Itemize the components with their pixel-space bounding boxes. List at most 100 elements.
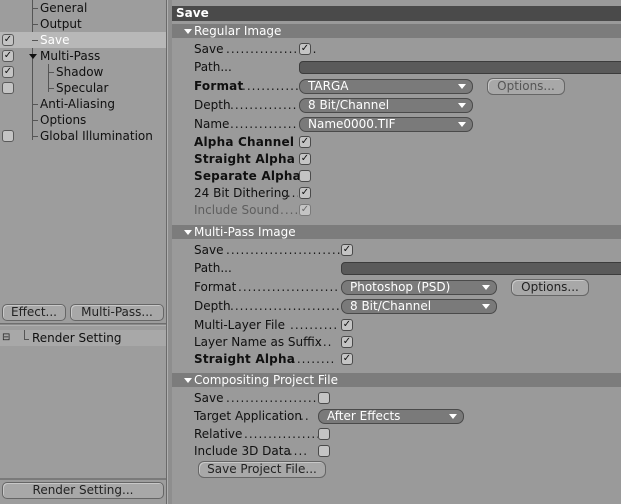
section-title: Compositing Project File bbox=[194, 373, 338, 387]
row-name: Name ...................... Name0000.TIF bbox=[194, 116, 621, 132]
multi-pass-button[interactable]: Multi-Pass... bbox=[70, 304, 164, 321]
tree-item-general[interactable]: General bbox=[0, 0, 166, 16]
row-include-sound: Include Sound .... ✓ bbox=[194, 202, 614, 218]
row-path: Path... bbox=[194, 59, 621, 75]
tree-connector bbox=[32, 8, 38, 9]
render-setting-item[interactable]: ⊟ Render Setting bbox=[0, 330, 166, 346]
tree-connector bbox=[32, 136, 38, 137]
collapse-icon[interactable]: ⊟ bbox=[2, 331, 10, 345]
regular-name-dropdown[interactable]: Name0000.TIF bbox=[299, 117, 473, 132]
tree-connector bbox=[48, 72, 54, 73]
field-label: Depth bbox=[194, 299, 231, 313]
tree-item-checkbox[interactable]: ✓ bbox=[2, 50, 14, 62]
chevron-down-icon bbox=[482, 285, 490, 290]
expand-triangle-icon[interactable] bbox=[29, 54, 37, 59]
mp-format-dropdown[interactable]: Photoshop (PSD) bbox=[341, 280, 497, 295]
row-target-application: Target Application .. After Effects bbox=[194, 408, 621, 424]
mp-save-checkbox[interactable]: ✓ bbox=[341, 244, 353, 256]
alpha-channel-checkbox[interactable]: ✓ bbox=[299, 136, 311, 148]
row-mp-depth: Depth ..................................… bbox=[194, 298, 621, 314]
panel-divider[interactable] bbox=[0, 323, 166, 326]
collapse-triangle-icon[interactable] bbox=[184, 29, 192, 34]
cp-save-checkbox[interactable] bbox=[318, 392, 330, 404]
tree-item-label: Output bbox=[40, 17, 82, 31]
tree-item-multi-pass[interactable]: ✓ Multi-Pass bbox=[0, 48, 166, 64]
separate-alpha-checkbox[interactable] bbox=[299, 170, 311, 182]
section-regular-image[interactable]: Regular Image bbox=[172, 24, 621, 38]
regular-path-field[interactable] bbox=[299, 61, 621, 74]
field-label: Relative bbox=[194, 427, 243, 441]
tree-item-checkbox[interactable] bbox=[2, 82, 14, 94]
leader-dots: .................. bbox=[242, 79, 298, 93]
dropdown-value: Name0000.TIF bbox=[308, 117, 396, 131]
regular-options-button[interactable]: Options... bbox=[487, 78, 565, 95]
row-relative: Relative .................... bbox=[194, 426, 614, 442]
mp-straight-alpha-checkbox[interactable]: ✓ bbox=[341, 353, 353, 365]
section-title: Multi-Pass Image bbox=[194, 225, 296, 239]
include-3d-checkbox[interactable] bbox=[318, 445, 330, 457]
tree-item-label: Anti-Aliasing bbox=[40, 97, 115, 111]
render-setting-button[interactable]: Render Setting... bbox=[2, 482, 164, 499]
leader-dots: ......... bbox=[292, 352, 336, 366]
mp-path-field[interactable] bbox=[341, 262, 621, 275]
tree-item-output[interactable]: Output bbox=[0, 16, 166, 32]
row-include-3d: Include 3D Data ..... bbox=[194, 443, 614, 459]
field-label: Depth bbox=[194, 98, 231, 112]
effect-button[interactable]: Effect... bbox=[2, 304, 66, 321]
chevron-down-icon bbox=[449, 414, 457, 419]
leader-dots: .......... bbox=[290, 318, 339, 332]
tree-item-checkbox[interactable]: ✓ bbox=[2, 66, 14, 78]
leader-dots: ... bbox=[318, 335, 333, 349]
section-compositing-project-file[interactable]: Compositing Project File bbox=[172, 373, 621, 387]
tree-item-options[interactable]: Options bbox=[0, 112, 166, 128]
regular-format-dropdown[interactable]: TARGA bbox=[299, 79, 473, 94]
tree-item-checkbox[interactable]: ✓ bbox=[2, 34, 14, 46]
row-separate-alpha: Separate Alpha bbox=[194, 168, 614, 184]
path-label[interactable]: Path... bbox=[194, 260, 232, 276]
tree-item-anti-aliasing[interactable]: Anti-Aliasing bbox=[0, 96, 166, 112]
row-mp-path: Path... bbox=[194, 260, 621, 276]
regular-depth-dropdown[interactable]: 8 Bit/Channel bbox=[299, 98, 473, 113]
tree-connector bbox=[32, 104, 38, 105]
target-application-dropdown[interactable]: After Effects bbox=[318, 409, 464, 424]
chevron-down-icon bbox=[458, 122, 466, 127]
tree-connector bbox=[24, 330, 25, 339]
tree-item-shadow[interactable]: ✓ Shadow bbox=[0, 64, 166, 80]
tree-connector bbox=[32, 120, 38, 121]
mp-options-button[interactable]: Options... bbox=[511, 279, 589, 296]
straight-alpha-checkbox[interactable]: ✓ bbox=[299, 153, 311, 165]
save-project-file-button[interactable]: Save Project File... bbox=[198, 461, 326, 478]
section-multi-pass-image[interactable]: Multi-Pass Image bbox=[172, 225, 621, 239]
leader-dots: .................... bbox=[244, 427, 318, 441]
row-cp-save: Save .......................... bbox=[194, 390, 614, 406]
dithering-checkbox[interactable]: ✓ bbox=[299, 187, 311, 199]
collapse-triangle-icon[interactable] bbox=[184, 378, 192, 383]
leader-dots: ...................... bbox=[230, 98, 298, 112]
layer-suffix-checkbox[interactable]: ✓ bbox=[341, 336, 353, 348]
row-depth: Depth ...................... 8 Bit/Chann… bbox=[194, 97, 621, 113]
save-settings-panel: Save Regular Image Save ................… bbox=[172, 0, 621, 504]
dropdown-value: 8 Bit/Channel bbox=[350, 299, 432, 313]
multi-layer-checkbox[interactable]: ✓ bbox=[341, 319, 353, 331]
tree-item-label: Specular bbox=[56, 81, 109, 95]
section-title: Regular Image bbox=[194, 24, 282, 38]
row-alpha-channel: Alpha Channel ✓ bbox=[194, 134, 614, 150]
tree-item-label: Multi-Pass bbox=[40, 49, 101, 63]
tree-item-save[interactable]: ✓ Save bbox=[0, 32, 166, 48]
tree-item-specular[interactable]: Specular bbox=[0, 80, 166, 96]
mp-depth-dropdown[interactable]: 8 Bit/Channel bbox=[341, 299, 497, 314]
relative-checkbox[interactable] bbox=[318, 428, 330, 440]
field-label: Format bbox=[194, 79, 244, 93]
tree-item-checkbox[interactable] bbox=[2, 130, 14, 142]
regular-save-checkbox[interactable]: ✓ bbox=[299, 43, 311, 55]
field-label: Straight Alpha bbox=[194, 352, 295, 366]
row-multi-layer: Multi-Layer File .......... ✓ bbox=[194, 317, 614, 333]
path-label[interactable]: Path... bbox=[194, 59, 232, 75]
include-sound-checkbox[interactable]: ✓ bbox=[299, 204, 311, 216]
dropdown-value: Photoshop (PSD) bbox=[350, 280, 451, 294]
tree-item-global-illumination[interactable]: Global Illumination bbox=[0, 128, 166, 144]
tree-connector bbox=[48, 88, 54, 89]
tree-item-label: Shadow bbox=[56, 65, 104, 79]
collapse-triangle-icon[interactable] bbox=[184, 230, 192, 235]
field-label: Format bbox=[194, 280, 237, 294]
